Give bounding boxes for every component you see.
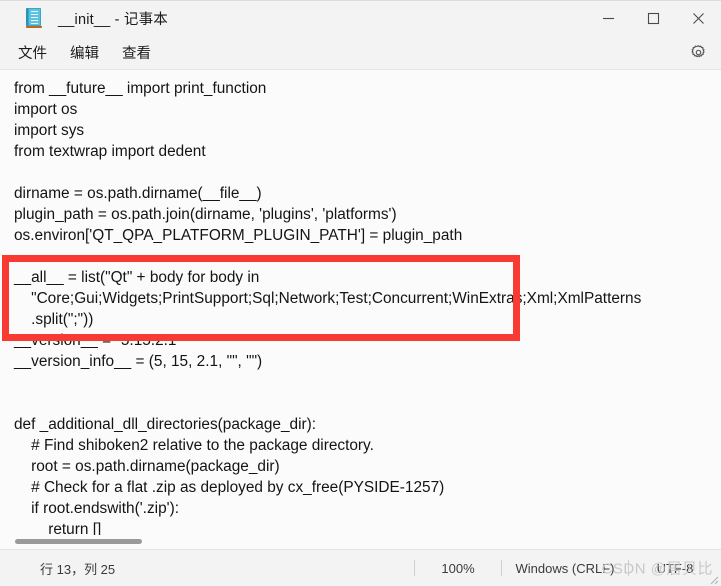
settings-button[interactable]	[683, 39, 713, 65]
code-line: .split(";"))	[14, 311, 94, 328]
maximize-icon	[647, 12, 660, 24]
code-line: os.environ['QT_QPA_PLATFORM_PLUGIN_PATH'…	[14, 227, 463, 244]
cursor-position-status[interactable]: 行 13，列 25	[40, 559, 115, 578]
notepad-window: __init__ - 记事本 文件 编辑 查看 from __future__ …	[0, 0, 721, 586]
menu-item-view[interactable]: 查看	[113, 39, 160, 66]
status-bar: 行 13，列 25 100% Windows (CRLF) UTF-8 CSDN…	[0, 549, 721, 586]
line-ending-status[interactable]: Windows (CRLF)	[502, 561, 628, 576]
window-controls	[586, 1, 721, 35]
code-line: from __future__ import print_function	[14, 80, 267, 97]
code-line: if root.endswith('.zip'):	[14, 500, 179, 517]
code-line: # Find shiboken2 relative to the package…	[14, 437, 374, 454]
horizontal-scrollbar[interactable]	[0, 535, 721, 549]
code-line: import os	[14, 101, 78, 118]
window-title: __init__ - 记事本	[58, 11, 168, 28]
code-line: dirname = os.path.dirname(__file__)	[14, 185, 262, 202]
code-line: from textwrap import dedent	[14, 143, 206, 160]
menu-bar: 文件 编辑 查看	[0, 35, 721, 70]
code-line: __version_info__ = (5, 15, 2.1, "", "")	[14, 353, 263, 370]
maximize-button[interactable]	[631, 1, 676, 35]
close-button[interactable]	[676, 1, 721, 35]
code-line: plugin_path = os.path.join(dirname, 'plu…	[14, 206, 397, 223]
close-icon	[693, 12, 704, 24]
minimize-button[interactable]	[586, 1, 631, 35]
code-line: __version__ = "5.15.2.1"	[14, 332, 182, 349]
encoding-status[interactable]: UTF-8	[629, 561, 721, 576]
resize-grip-icon[interactable]	[709, 575, 719, 585]
code-line: import sys	[14, 122, 85, 139]
code-content[interactable]: from __future__ import print_function im…	[0, 70, 721, 549]
gear-icon	[690, 44, 705, 57]
minimize-icon	[603, 17, 614, 19]
menu-item-file[interactable]: 文件	[9, 39, 56, 66]
menu-item-edit[interactable]: 编辑	[61, 39, 108, 66]
code-line: def _additional_dll_directories(package_…	[14, 416, 317, 433]
horizontal-scrollbar-thumb[interactable]	[15, 539, 142, 544]
code-line: "Core;Gui;Widgets;PrintSupport;Sql;Netwo…	[14, 290, 642, 307]
code-line: __all__ = list("Qt" + body for body in	[14, 269, 260, 286]
notepad-icon	[26, 8, 44, 28]
code-line: # Check for a flat .zip as deployed by c…	[14, 479, 445, 496]
text-editor-area[interactable]: from __future__ import print_function im…	[0, 70, 721, 549]
zoom-level-status[interactable]: 100%	[415, 561, 501, 576]
code-line: root = os.path.dirname(package_dir)	[14, 458, 280, 475]
title-bar: __init__ - 记事本	[0, 1, 721, 35]
